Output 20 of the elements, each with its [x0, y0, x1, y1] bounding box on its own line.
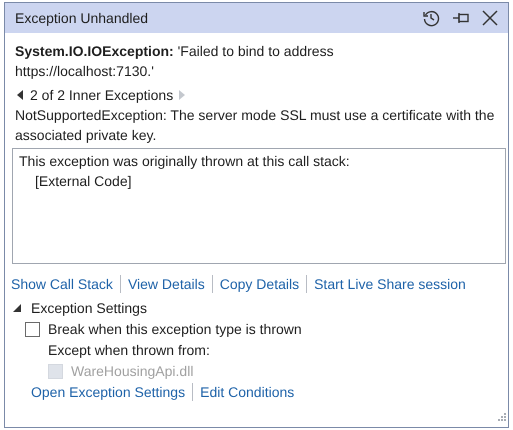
link[interactable]: Copy Details: [220, 274, 300, 294]
window-title: Exception Unhandled: [15, 9, 148, 28]
module-label: WareHousingApi.dll: [71, 362, 194, 381]
call-stack-heading: This exception was originally thrown at this call stack:: [19, 152, 351, 171]
link[interactable]: View Details: [128, 274, 205, 294]
previous-icon[interactable]: [15, 90, 26, 100]
link[interactable]: Show Call Stack: [11, 274, 113, 294]
inner-exception-message: NotSupportedException: The server mode SSL must use a certificate with the associated private key.: [15, 106, 496, 145]
inner-exception-counter: 2 of 2 Inner Exceptions: [30, 86, 174, 105]
checkbox[interactable]: [25, 322, 40, 336]
exception-message: System.IO.IOException: 'Failed to bind to address https://localhost:7130.': [15, 42, 335, 81]
except-label: Except when thrown from:: [48, 341, 211, 360]
link[interactable]: Edit Conditions: [200, 382, 294, 402]
call-stack-frame: [External Code]: [19, 171, 499, 191]
close-icon[interactable]: [480, 10, 500, 26]
section-heading: Exception Settings: [31, 299, 147, 318]
expander-icon[interactable]: [11, 304, 23, 312]
checkbox-label: Break when this exception type is thrown: [48, 320, 302, 339]
link[interactable]: Start Live Share session: [314, 274, 466, 294]
link[interactable]: Open Exception Settings: [31, 382, 186, 402]
